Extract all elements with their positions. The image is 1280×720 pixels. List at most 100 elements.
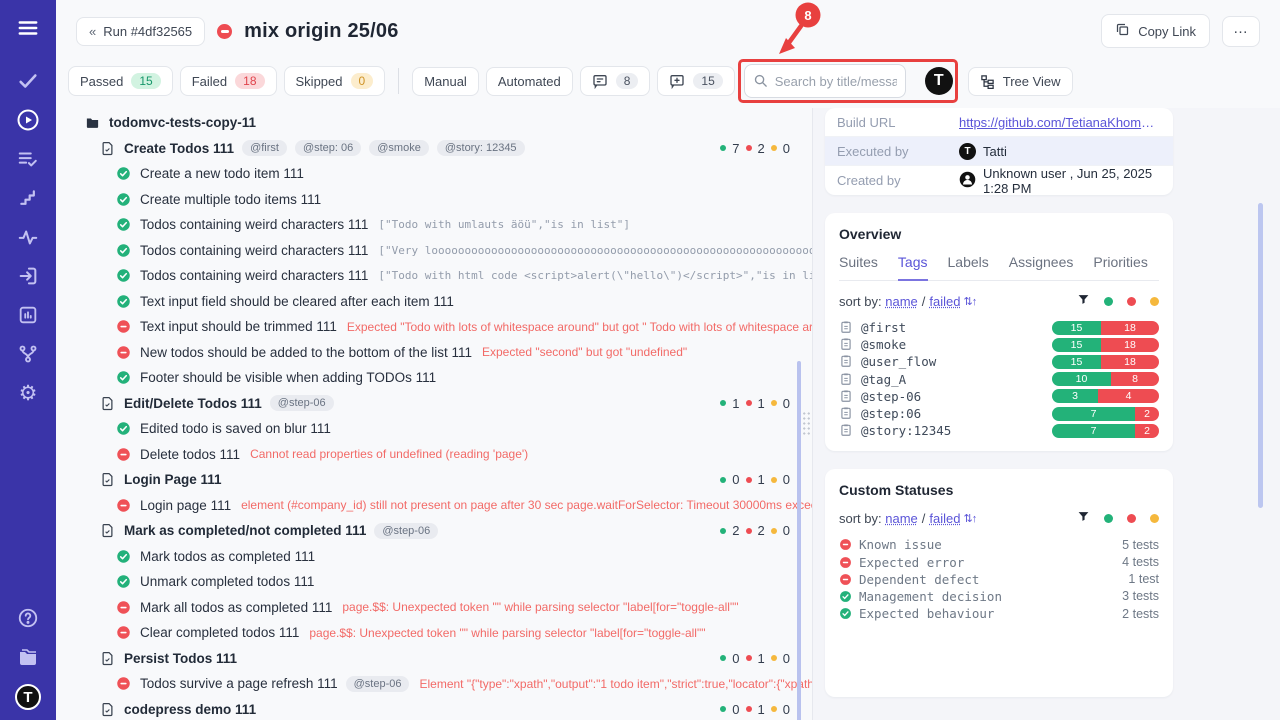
- test-row[interactable]: Text input should be trimmed 111Expected…: [115, 314, 812, 340]
- tag-chip[interactable]: @first: [242, 140, 287, 156]
- projects-folder-icon[interactable]: [16, 645, 40, 669]
- menu-icon[interactable]: [16, 16, 40, 40]
- tag-stat-row[interactable]: @story:1234572: [839, 422, 1159, 439]
- list-check-icon[interactable]: [16, 147, 40, 171]
- branch-icon[interactable]: [16, 342, 40, 366]
- suite-row[interactable]: Mark as completed/not completed 111@step…: [99, 518, 812, 544]
- test-row[interactable]: Delete todos 111Cannot read properties o…: [115, 442, 812, 468]
- passed-legend-dot[interactable]: [1104, 514, 1113, 523]
- search-input[interactable]: [744, 64, 906, 98]
- creator-name: Unknown user , Jun 25, 2025 1:28 PM: [983, 166, 1161, 196]
- test-row[interactable]: Footer should be visible when adding TOD…: [115, 365, 812, 391]
- info-row: Created byUnknown user , Jun 25, 2025 1:…: [825, 166, 1173, 195]
- check-icon[interactable]: [16, 69, 40, 93]
- tag-chip[interactable]: @smoke: [369, 140, 429, 156]
- tag-passed-count: 7: [1052, 407, 1135, 421]
- attachments-filter-button[interactable]: 15: [657, 66, 734, 96]
- test-row[interactable]: Todos containing weird characters 111["T…: [115, 212, 812, 238]
- folder-row[interactable]: todomvc-tests-copy-11: [84, 110, 812, 136]
- test-row[interactable]: Todos containing weird characters 111["T…: [115, 263, 812, 289]
- import-icon[interactable]: [16, 264, 40, 288]
- tag-stat-row[interactable]: @user_flow1518: [839, 353, 1159, 370]
- tab-priorities[interactable]: Priorities: [1093, 254, 1147, 280]
- build-url-link[interactable]: https://github.com/TetianaKhomenko/Load-…: [959, 115, 1161, 130]
- comments-filter-button[interactable]: 8: [580, 66, 651, 96]
- test-row[interactable]: Unmark completed todos 111: [115, 569, 812, 595]
- passed-count: 7: [732, 141, 739, 156]
- report-chart-icon[interactable]: [16, 303, 40, 327]
- custom-status-row[interactable]: Expected behaviour2 tests: [839, 605, 1159, 622]
- steps-icon[interactable]: [16, 186, 40, 210]
- filter-chip-skipped[interactable]: Skipped0: [284, 66, 386, 96]
- passed-legend-dot[interactable]: [1104, 297, 1113, 306]
- test-row[interactable]: Clear completed todos 111page.$$: Unexpe…: [115, 620, 812, 646]
- tab-assignees[interactable]: Assignees: [1009, 254, 1074, 280]
- back-to-run-button[interactable]: « Run #4df32565: [76, 17, 205, 46]
- suite-row[interactable]: Edit/Delete Todos 111@step-06110: [99, 391, 812, 417]
- test-row[interactable]: Todos survive a page refresh 111 @step-06…: [115, 671, 812, 697]
- fail-label: Todos survive a page refresh 111: [140, 676, 338, 691]
- search-icon: [753, 73, 768, 93]
- tree-view-button[interactable]: Tree View: [968, 67, 1073, 96]
- tag-chip[interactable]: @step-06: [374, 523, 438, 539]
- tab-labels[interactable]: Labels: [948, 254, 989, 280]
- test-row[interactable]: Mark all todos as completed 111page.$$: …: [115, 595, 812, 621]
- tag-chip[interactable]: @step-06: [270, 395, 334, 411]
- filter-chip-passed[interactable]: Passed15: [68, 66, 173, 96]
- test-row[interactable]: New todos should be added to the bottom …: [115, 340, 812, 366]
- test-row[interactable]: Login page 111element (#company_id) stil…: [115, 493, 812, 519]
- failed-count: 1: [758, 472, 765, 487]
- tag-stat-row[interactable]: @first1518: [839, 319, 1159, 336]
- suite-row[interactable]: Login Page 111010: [99, 467, 812, 493]
- user-avatar[interactable]: T: [925, 67, 953, 95]
- filter-funnel-icon[interactable]: [1077, 510, 1090, 526]
- filter-chip-manual[interactable]: Manual: [412, 67, 479, 96]
- passed-count: 0: [732, 651, 739, 666]
- custom-status-row[interactable]: Management decision3 tests: [839, 588, 1159, 605]
- suite-row[interactable]: Persist Todos 111010: [99, 646, 812, 672]
- tag-chip[interactable]: @story: 12345: [437, 140, 525, 156]
- suite-row[interactable]: codepress demo 111010: [99, 697, 812, 720]
- skipped-legend-dot[interactable]: [1150, 297, 1159, 306]
- help-icon[interactable]: [16, 606, 40, 630]
- more-actions-button[interactable]: …: [1222, 16, 1260, 47]
- filter-funnel-icon[interactable]: [1077, 293, 1090, 309]
- activity-icon[interactable]: [16, 225, 40, 249]
- tag-chip[interactable]: @step: 06: [295, 140, 361, 156]
- test-row[interactable]: Mark todos as completed 111: [115, 544, 812, 570]
- sort-by-name-link[interactable]: name: [885, 511, 918, 526]
- tag-stat-row[interactable]: @smoke1518: [839, 336, 1159, 353]
- tree-scrollbar[interactable]: [797, 361, 801, 720]
- custom-status-row[interactable]: Known issue5 tests: [839, 536, 1159, 553]
- test-row[interactable]: Create a new todo item 111: [115, 161, 812, 187]
- gear-icon[interactable]: ⚙: [16, 381, 40, 405]
- sort-by-failed-link[interactable]: failed: [929, 511, 960, 526]
- custom-status-row[interactable]: Expected error4 tests: [839, 554, 1159, 571]
- skipped-legend-dot[interactable]: [1150, 514, 1159, 523]
- tag-chip[interactable]: @step-06: [346, 676, 410, 692]
- panel-resize-handle[interactable]: [802, 411, 811, 437]
- suite-file-icon: [99, 701, 116, 718]
- suite-row[interactable]: Create Todos 111@first@step: 06@smoke@st…: [99, 136, 812, 162]
- filter-chip-failed[interactable]: Failed18: [180, 66, 277, 96]
- sort-by-name-link[interactable]: name: [885, 294, 918, 309]
- tag-stat-row[interactable]: @tag_A108: [839, 371, 1159, 388]
- custom-status-row[interactable]: Dependent defect1 test: [839, 571, 1159, 588]
- sort-by-failed-link[interactable]: failed: [929, 294, 960, 309]
- tag-stat-row[interactable]: @step:0672: [839, 405, 1159, 422]
- test-row[interactable]: Create multiple todo items 111: [115, 187, 812, 213]
- details-scrollbar[interactable]: [1258, 203, 1263, 508]
- tab-suites[interactable]: Suites: [839, 254, 878, 280]
- test-row[interactable]: Text input field should be cleared after…: [115, 289, 812, 315]
- failed-legend-dot[interactable]: [1127, 514, 1136, 523]
- tab-tags[interactable]: Tags: [898, 254, 928, 281]
- play-circle-icon[interactable]: [16, 108, 40, 132]
- skipped-count: 0: [783, 702, 790, 717]
- copy-link-button[interactable]: Copy Link: [1101, 14, 1210, 48]
- failed-legend-dot[interactable]: [1127, 297, 1136, 306]
- test-row[interactable]: Edited todo is saved on blur 111: [115, 416, 812, 442]
- workspace-logo[interactable]: T: [15, 684, 41, 710]
- test-row[interactable]: Todos containing weird characters 111["V…: [115, 238, 812, 264]
- tag-stat-row[interactable]: @step-0634: [839, 388, 1159, 405]
- filter-chip-automated[interactable]: Automated: [486, 67, 573, 96]
